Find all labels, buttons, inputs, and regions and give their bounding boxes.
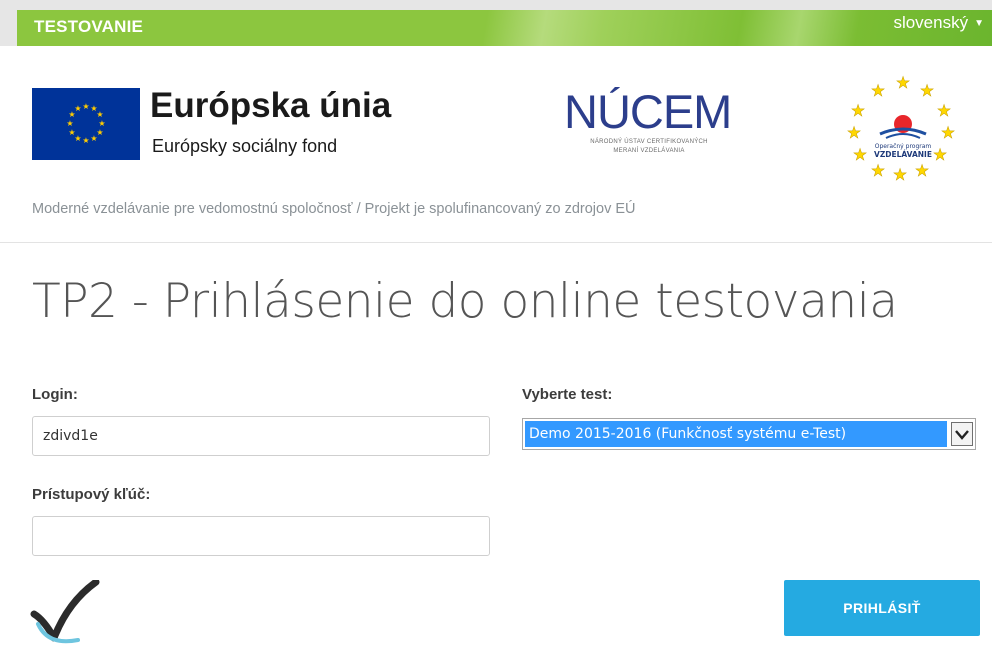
svg-text:★: ★ [82, 136, 89, 145]
test-select-label: Vyberte test: [522, 386, 613, 403]
svg-text:★: ★ [74, 104, 81, 113]
svg-text:★: ★ [937, 101, 951, 120]
login-label: Login: [32, 386, 78, 403]
op-vzdelavanie-logo: ★ ★ ★ ★ ★ ★ ★ ★ ★ ★ ★ ★ Operačný program… [844, 68, 962, 185]
top-bar: TESTOVANIE slovenský ▼ [0, 0, 992, 46]
svg-text:★: ★ [68, 128, 75, 137]
svg-text:★: ★ [847, 123, 861, 142]
svg-text:★: ★ [96, 110, 103, 119]
svg-text:★: ★ [893, 165, 907, 184]
svg-text:★: ★ [98, 119, 105, 128]
svg-text:★: ★ [871, 81, 885, 100]
login-button[interactable]: PRIHLÁSIŤ [784, 580, 980, 636]
svg-text:★: ★ [896, 73, 910, 92]
eu-flag-logo: ★ ★ ★ ★ ★ ★ ★ ★ ★ ★ ★ ★ [32, 88, 140, 160]
header: ★ ★ ★ ★ ★ ★ ★ ★ ★ ★ ★ ★ Európska únia Eu… [0, 46, 992, 243]
language-label: slovenský [893, 13, 969, 32]
login-input[interactable]: zdivd1e [32, 416, 490, 456]
svg-text:★: ★ [933, 145, 947, 164]
caret-down-icon: ▼ [974, 18, 984, 29]
test-select-value: Demo 2015-2016 (Funkčnosť systému e-Test… [525, 421, 947, 447]
svg-text:Operačný program: Operačný program [875, 143, 932, 150]
app-brand: TESTOVANIE [34, 17, 144, 36]
checkmark-logo-icon [30, 578, 100, 646]
language-selector[interactable]: slovenský ▼ [893, 13, 984, 33]
access-key-input[interactable] [32, 516, 490, 556]
dropdown-arrow-icon[interactable] [951, 422, 973, 446]
svg-text:★: ★ [851, 101, 865, 120]
nucem-caption-line2: MERANÍ VZDELÁVANIA [613, 148, 685, 154]
page-title: TP2 - Prihlásenie do online testovania [32, 274, 898, 329]
svg-text:★: ★ [82, 102, 89, 111]
eu-subtitle: Európsky sociálny fond [152, 136, 338, 156]
svg-text:★: ★ [871, 161, 885, 180]
test-select[interactable]: Demo 2015-2016 (Funkčnosť systému e-Test… [522, 418, 976, 450]
nucem-caption-line1: NÁRODNÝ ÚSTAV CERTIFIKOVANÝCH [590, 139, 708, 145]
svg-text:★: ★ [941, 123, 955, 142]
access-key-label: Prístupový kľúč: [32, 486, 151, 503]
svg-text:VZDELÁVANIE: VZDELÁVANIE [874, 150, 932, 159]
svg-text:★: ★ [915, 161, 929, 180]
tagline: Moderné vzdelávanie pre vedomostnú spolo… [32, 201, 636, 217]
svg-text:★: ★ [853, 145, 867, 164]
svg-text:★: ★ [90, 134, 97, 143]
nucem-logo: NÚCEM [564, 85, 732, 138]
eu-title: Európska únia [150, 86, 392, 125]
top-bar-strip [17, 10, 992, 46]
svg-text:★: ★ [66, 119, 73, 128]
svg-text:★: ★ [920, 81, 934, 100]
